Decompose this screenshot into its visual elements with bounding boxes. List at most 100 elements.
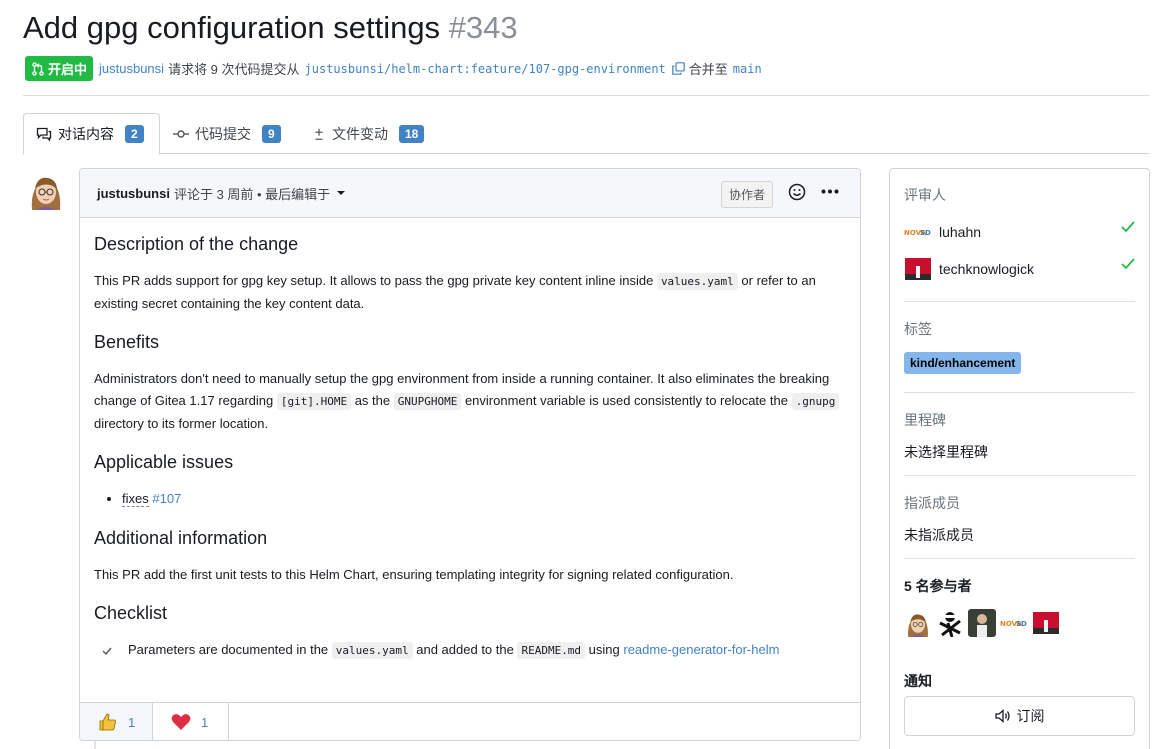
tab-files-changed[interactable]: 文件变动 18 xyxy=(300,113,436,154)
text: as the xyxy=(351,393,394,408)
text: environment variable is used consistentl… xyxy=(461,393,792,408)
subscribe-button[interactable]: 订阅 xyxy=(904,696,1135,736)
participants-list: NOVA SD xyxy=(904,609,1135,637)
heading-issues: Applicable issues xyxy=(94,452,234,472)
reviewer-name[interactable]: luhahn xyxy=(939,224,981,240)
comment-body: Description of the change This PR adds s… xyxy=(80,218,860,662)
heading-additional: Additional information xyxy=(94,528,268,548)
issue-link[interactable]: #107 xyxy=(152,491,181,506)
status-badge: 开启中 xyxy=(25,56,94,81)
checklist-item: Parameters are documented in the values.… xyxy=(100,639,846,662)
avatar[interactable]: NOVA SD xyxy=(1000,609,1028,637)
more-options-icon[interactable] xyxy=(821,189,839,194)
copy-icon[interactable] xyxy=(671,62,685,75)
readme-generator-link[interactable]: readme-generator-for-helm xyxy=(623,642,779,657)
sidebar-section-title: 5 名参与者 xyxy=(904,578,972,594)
labels-list: kind/enhancement xyxy=(904,352,1135,374)
diff-icon xyxy=(312,127,326,141)
svg-text:SD: SD xyxy=(1016,620,1027,628)
benefits-paragraph: Administrators don't need to manually se… xyxy=(94,368,846,435)
sidebar-divider xyxy=(904,392,1135,393)
pr-meta: 开启中 justusbunsi 请求将 9 次代码提交从 justusbunsi… xyxy=(25,56,764,81)
pr-merge-text: 合并至 xyxy=(688,62,728,77)
labels-section: 标签 xyxy=(904,319,1135,339)
tab-label: 代码提交 xyxy=(195,125,251,142)
reaction-heart[interactable]: 1 xyxy=(153,703,229,740)
reviewers-title: 评审人 xyxy=(904,185,1135,205)
sidebar-divider xyxy=(904,475,1135,476)
check-icon xyxy=(1121,258,1135,270)
tab-count: 9 xyxy=(262,124,281,143)
smiley-icon[interactable] xyxy=(788,183,806,201)
fixes-keyword: fixes xyxy=(122,491,149,507)
target-branch-link[interactable]: main xyxy=(733,62,762,76)
avatar[interactable] xyxy=(26,170,66,210)
reaction-count: 1 xyxy=(128,714,136,730)
text: This PR adds support for gpg key setup. … xyxy=(94,273,657,288)
comment-header: justusbunsi 评论于 3 周前 • 最后编辑于 协作者 xyxy=(80,169,860,218)
text: directory to its former location. xyxy=(94,416,269,431)
tab-commits[interactable]: 代码提交 9 xyxy=(161,113,293,154)
role-label: 协作者 xyxy=(721,181,774,208)
sidebar-section-title: 评审人 xyxy=(904,187,946,203)
inline-code: values.yaml xyxy=(656,273,738,290)
avatar[interactable] xyxy=(904,256,932,282)
comment-meta: 评论于 3 周前 • 最后编辑于 xyxy=(173,186,331,202)
sidebar-section-title: 通知 xyxy=(904,673,932,689)
heading-benefits: Benefits xyxy=(94,332,160,352)
notifications-section: 通知 xyxy=(904,671,1135,691)
sidebar-divider xyxy=(904,301,1135,302)
pr-request-text: 请求将 9 次代码提交从 xyxy=(168,62,300,77)
avatar[interactable] xyxy=(1032,609,1060,637)
status-badge-label: 开启中 xyxy=(48,62,88,77)
list-item: fixes #107 xyxy=(122,488,846,510)
timeline-line xyxy=(94,741,96,749)
pr-description-comment: justusbunsi 评论于 3 周前 • 最后编辑于 协作者 Descrip… xyxy=(79,168,861,741)
pull-request-icon xyxy=(32,61,44,76)
comments-icon xyxy=(36,126,52,142)
avatar[interactable]: NOVA SD xyxy=(904,219,932,245)
tab-conversation[interactable]: 对话内容 2 xyxy=(23,113,160,155)
source-branch-link[interactable]: justusbunsi/helm-chart:feature/107-gpg-e… xyxy=(305,62,666,76)
avatar[interactable] xyxy=(904,609,932,637)
tab-label: 文件变动 xyxy=(332,125,388,142)
avatar[interactable] xyxy=(968,609,996,637)
milestone-value-text: 未选择里程碑 xyxy=(904,444,988,460)
reaction-thumbs-up[interactable]: 1 xyxy=(80,703,153,740)
pr-title: Add gpg configuration settings #343 xyxy=(23,10,518,46)
heading-checklist: Checklist xyxy=(94,603,168,623)
inline-code: [git].HOME xyxy=(276,393,352,410)
reviewer-item: NOVA SD luhahn xyxy=(904,219,1135,245)
description-paragraph: This PR adds support for gpg key setup. … xyxy=(94,270,846,315)
additional-paragraph: This PR add the first unit tests to this… xyxy=(94,567,734,582)
assignees-value-text: 未指派成员 xyxy=(904,527,974,543)
thumbs-up-icon xyxy=(98,712,118,732)
sidebar-section-title: 标签 xyxy=(904,321,932,337)
inline-code: .gnupg xyxy=(791,393,840,410)
subscribe-label: 订阅 xyxy=(1016,708,1045,724)
pr-tabs: 对话内容 2 代码提交 9 文件变动 18 xyxy=(23,113,1150,155)
pr-author-link[interactable]: justusbunsi xyxy=(99,61,164,76)
comment-author[interactable]: justusbunsi xyxy=(97,186,170,201)
participants-section: 5 名参与者 xyxy=(904,576,1135,596)
reaction-count: 1 xyxy=(201,714,209,730)
pr-title-text: Add gpg configuration settings xyxy=(23,10,441,45)
heading-description: Description of the change xyxy=(94,234,299,254)
tab-count: 2 xyxy=(125,125,144,143)
label-badge[interactable]: kind/enhancement xyxy=(904,352,1022,374)
avatar[interactable] xyxy=(936,609,964,637)
assignees-value: 未指派成员 xyxy=(904,525,1135,545)
sidebar: 评审人 NOVA SD luhahn techknowlogick 标签 kind… xyxy=(889,168,1150,749)
text: and added to the xyxy=(412,642,518,657)
speaker-icon xyxy=(994,709,1011,723)
text: using xyxy=(585,642,624,657)
reviewer-name[interactable]: techknowlogick xyxy=(939,261,1034,277)
checkbox-checked-icon[interactable] xyxy=(100,644,114,658)
text: Parameters are documented in the xyxy=(128,642,332,657)
sidebar-section-title: 指派成员 xyxy=(904,495,960,511)
pr-number: #343 xyxy=(448,10,518,45)
chevron-down-icon[interactable] xyxy=(336,188,346,198)
check-icon xyxy=(1121,221,1135,233)
inline-code: GNUPGHOME xyxy=(393,393,462,410)
inline-code: values.yaml xyxy=(331,642,413,659)
